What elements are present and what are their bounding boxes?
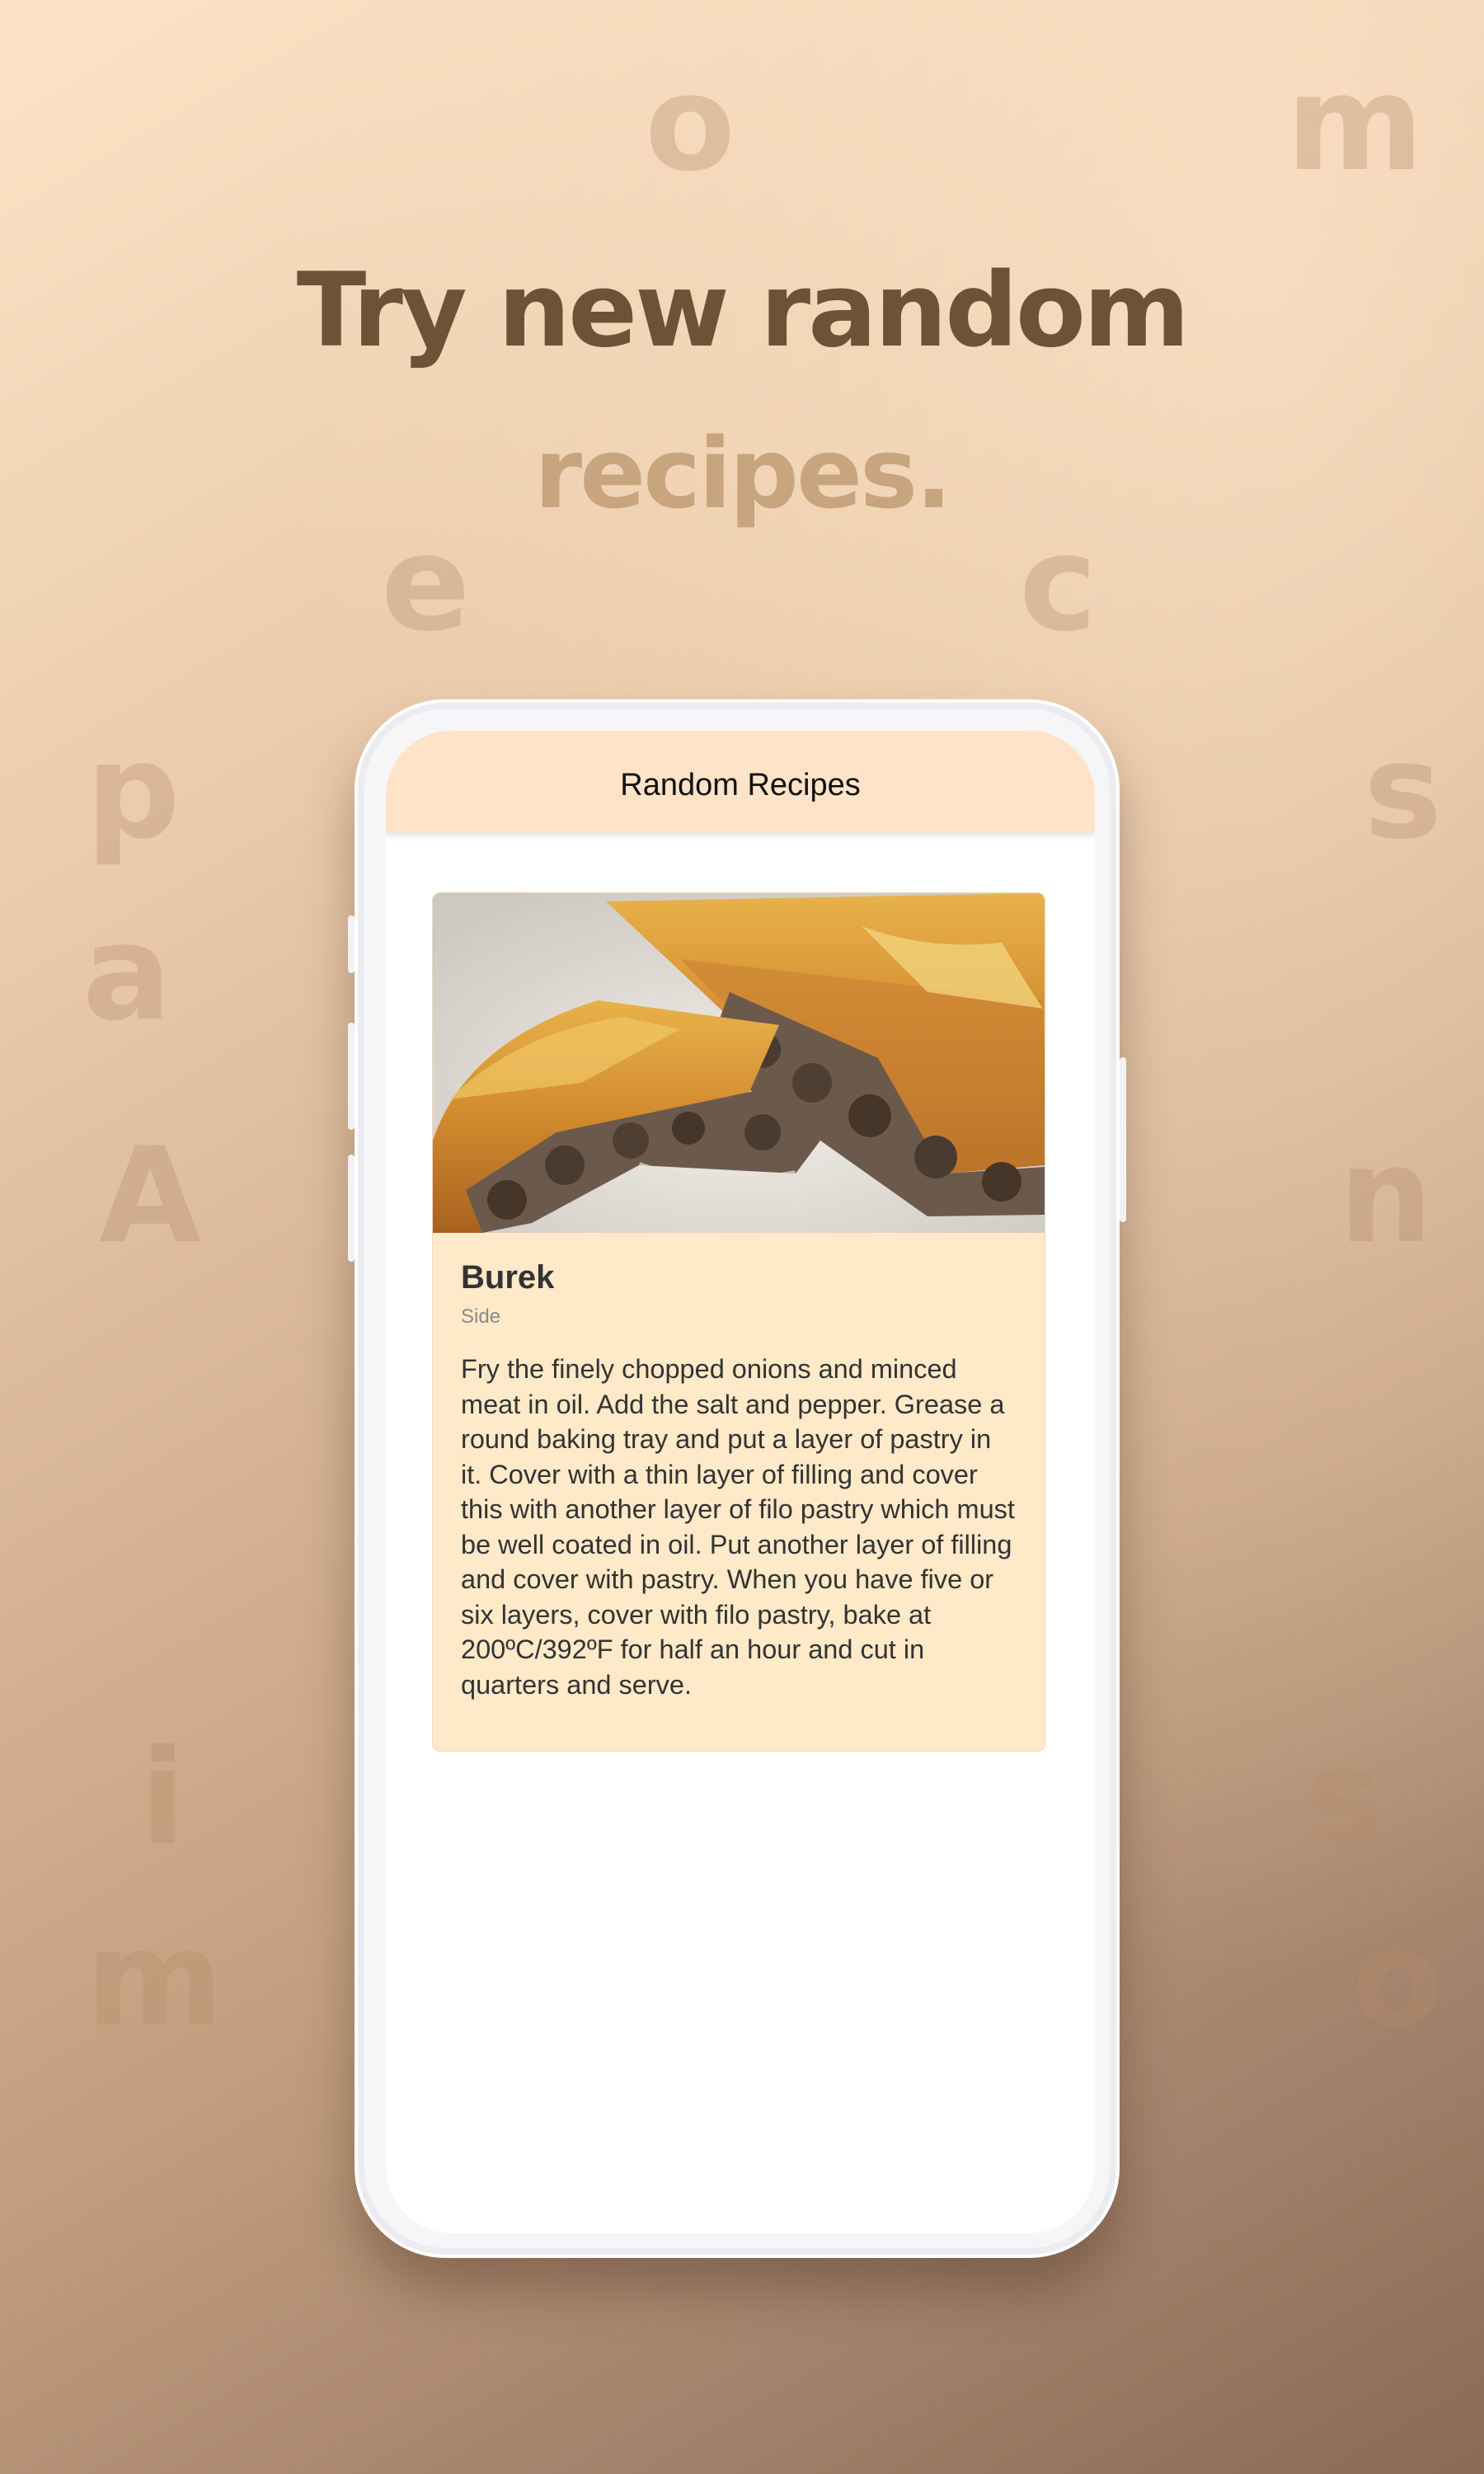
bg-letter: p <box>86 714 181 868</box>
bg-letter: o <box>1352 1902 1443 2056</box>
recipe-card[interactable]: Burek Side Fry the finely chopped onions… <box>432 892 1045 1752</box>
headline-line-1: Try new random <box>296 252 1190 370</box>
phone-side-button <box>348 1023 355 1130</box>
bg-letter: s <box>1304 1720 1383 1874</box>
app-header: Random Recipes <box>386 731 1095 834</box>
bg-letter: o <box>645 46 735 200</box>
bg-letter: e <box>381 506 471 661</box>
recipe-instructions: Fry the finely chopped onions and minced… <box>461 1354 1015 1700</box>
bg-letter: m <box>86 1902 223 2056</box>
bg-letter: i <box>140 1720 186 1874</box>
phone-side-button <box>348 915 355 973</box>
phone-screen: Random Recipes Burek Side Fry the finely… <box>386 731 1095 2233</box>
bg-letter: m <box>1286 46 1424 200</box>
recipe-card-body: Burek Side Fry the finely chopped onions… <box>433 1233 1045 1702</box>
recipe-name: Burek <box>461 1259 555 1296</box>
app-title: Random Recipes <box>620 767 861 802</box>
headline-line-2: recipes. <box>533 416 952 530</box>
phone-side-button <box>1120 1057 1126 1222</box>
phone-side-button <box>348 1155 355 1262</box>
recipe-category: Side <box>461 1305 501 1328</box>
bg-letter: a <box>82 896 171 1050</box>
bg-letter: c <box>1019 506 1097 661</box>
bg-letter: n <box>1339 1118 1433 1272</box>
recipe-image <box>433 893 1045 1233</box>
bg-letter: s <box>1364 714 1443 868</box>
phone-frame: Random Recipes Burek Side Fry the finely… <box>348 699 1126 2258</box>
bg-letter: A <box>99 1118 201 1272</box>
